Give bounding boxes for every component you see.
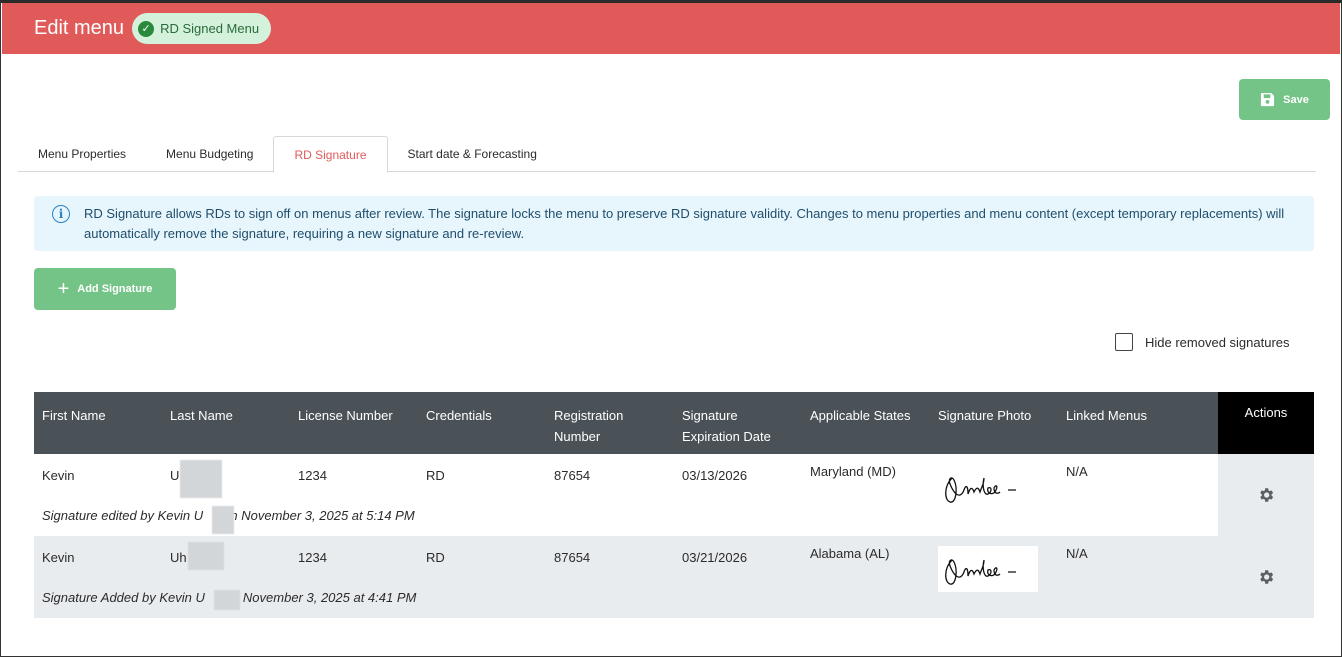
gear-icon[interactable] [1257,568,1275,586]
cell-credentials: RD [426,468,445,483]
note-prefix: Signature Added by Kevin U [42,590,205,605]
cell-applicable-states: Alabama (AL) [810,546,890,561]
header-first-name: First Name [42,408,106,423]
floppy-disk-icon [1261,92,1275,107]
header-expiration-line1: Signature [682,408,738,423]
header-expiration-line2: Expiration Date [682,429,771,444]
tab-rd-signature[interactable]: RD Signature [273,136,388,173]
badge-label: RD Signed Menu [160,21,260,36]
redacted-block [188,542,224,570]
add-signature-button[interactable]: + Add Signature [34,268,176,310]
cell-linked-menus: N/A [1066,546,1088,561]
page-title: Edit menu [34,17,125,39]
signature-image [945,477,1016,503]
cell-expiration-date: 03/21/2026 [682,550,748,565]
header-signature-expiration: Signature Expiration Date [682,405,771,447]
cell-registration-number: 87654 [554,468,591,483]
cell-last-name: Uh [170,550,187,565]
plus-icon: + [57,278,70,300]
header-license-number: License Number [298,408,393,423]
signatures-table: First Name Last Name License Number Cred… [34,392,1314,618]
cell-expiration-date: 03/13/2026 [682,468,748,483]
cell-registration-number: 87654 [554,550,591,565]
cell-last-name: U [170,468,180,483]
header-actions: Actions [1218,392,1314,454]
cell-credentials: RD [426,550,445,565]
tab-bar: Menu Properties Menu Budgeting RD Signat… [18,136,1316,173]
row-actions [1218,454,1314,536]
note-suffix: on November 3, 2025 at 4:41 PM [224,590,417,605]
row-actions [1218,536,1314,618]
cell-first-name: Kevin [42,468,75,483]
table-row: Kevin U 1234 RD 87654 03/13/2026 Marylan… [34,454,1314,536]
save-button[interactable]: Save [1239,79,1330,120]
signature-image [945,559,1016,585]
info-banner: i RD Signature allows RDs to sign off on… [34,196,1314,251]
cell-linked-menus: N/A [1066,464,1088,479]
page-header: Edit menu ✓ RD Signed Menu [2,3,1340,54]
note-suffix: on November 3, 2025 at 5:14 PM [223,508,415,523]
table-row: Kevin Uh 1234 RD 87654 03/21/2026 Alabam… [34,536,1314,618]
redacted-block [214,590,240,610]
header-applicable-states: Applicable States [810,408,911,423]
cell-license-number: 1234 [298,550,327,565]
add-signature-label: Add Signature [77,283,153,295]
signature-photo[interactable] [938,546,1038,592]
hide-removed-toggle[interactable]: Hide removed signatures [1115,333,1290,351]
note-prefix: Signature edited by Kevin U [42,508,204,523]
info-text: RD Signature allows RDs to sign off on m… [84,206,1285,241]
header-registration-number: Registration Number [554,405,623,447]
table-header: First Name Last Name License Number Cred… [34,392,1314,454]
header-last-name: Last Name [170,408,233,423]
header-registration-line1: Registration [554,408,624,423]
info-icon: i [52,205,70,223]
cell-license-number: 1234 [298,468,327,483]
gear-icon[interactable] [1257,486,1275,504]
tab-menu-properties[interactable]: Menu Properties [18,136,146,172]
hide-removed-checkbox[interactable] [1115,333,1133,351]
tab-menu-budgeting[interactable]: Menu Budgeting [146,136,273,172]
header-actions-label: Actions [1244,405,1288,420]
redacted-block [212,506,234,534]
rd-signed-badge: ✓ RD Signed Menu [132,13,272,44]
header-linked-menus: Linked Menus [1066,408,1147,423]
signature-photo[interactable] [938,464,1038,510]
save-label: Save [1283,93,1309,106]
tab-start-date-forecasting[interactable]: Start date & Forecasting [388,136,557,172]
cell-first-name: Kevin [42,550,75,565]
header-signature-photo: Signature Photo [938,408,1032,423]
hide-removed-label: Hide removed signatures [1145,334,1290,350]
cell-applicable-states: Maryland (MD) [810,464,896,479]
redacted-block [180,460,222,498]
check-circle-icon: ✓ [138,20,155,37]
header-credentials: Credentials [426,408,492,423]
header-registration-line2: Number [554,429,601,444]
